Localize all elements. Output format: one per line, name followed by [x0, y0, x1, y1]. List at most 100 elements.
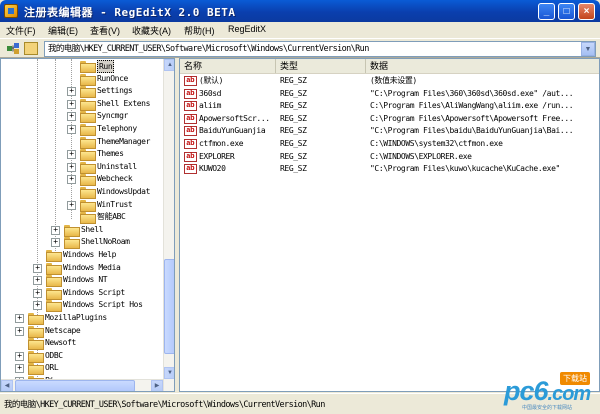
expand-toggle-icon[interactable]: + — [15, 314, 24, 323]
tree-horizontal-scrollbar[interactable]: ◀ ▶ — [1, 379, 163, 391]
address-dropdown-button[interactable]: ▼ — [581, 42, 595, 56]
title-bar: 注册表编辑器 - RegEditX 2.0 BETA _ □ × — [0, 0, 600, 22]
registry-value-row[interactable]: ab (默认) REG_SZ (数值未设置) — [180, 75, 599, 88]
tree-item-label[interactable]: Shell Extens — [97, 98, 150, 109]
tree-item-label[interactable]: 智能ABC — [97, 211, 126, 222]
expand-toggle-icon[interactable]: + — [67, 162, 76, 172]
folder-icon — [80, 161, 96, 174]
folder-icon — [64, 237, 80, 250]
tree-item-label[interactable]: MozillaPlugins — [45, 312, 107, 323]
value-name: EXPLORER — [199, 151, 235, 161]
expand-toggle-icon[interactable]: + — [15, 326, 24, 336]
tree-item-label[interactable]: ODBC — [45, 350, 63, 361]
column-name-header[interactable]: 名称 — [180, 59, 276, 73]
expand-toggle-icon[interactable]: + — [67, 150, 76, 160]
tree-item-label[interactable]: WinTrust — [97, 199, 133, 210]
folder-icon — [46, 300, 62, 313]
folder-icon — [46, 262, 62, 275]
tree-item-label[interactable]: Uninstall — [97, 161, 137, 172]
tree-item-label[interactable]: ThemeManager — [97, 136, 150, 147]
tree-item-label[interactable]: Newsoft — [45, 337, 76, 348]
menu-favorites[interactable]: 收藏夹(A) — [132, 24, 171, 37]
scroll-thumb[interactable] — [15, 380, 135, 391]
status-path: 我的电脑\HKEY_CURRENT_USER\Software\Microsof… — [4, 400, 325, 410]
registry-values-pane[interactable]: 名称 类型 数据 ab (默认) REG_SZ (数值未设置) ab 360sd REG_S… — [179, 58, 600, 392]
folder-icon — [80, 187, 96, 199]
expand-toggle-icon[interactable]: + — [67, 125, 76, 134]
expand-toggle-icon[interactable]: + — [67, 175, 76, 185]
expand-toggle-icon[interactable]: + — [33, 301, 42, 311]
maximize-button[interactable]: □ — [558, 3, 575, 20]
tree-item-label[interactable]: Webcheck — [97, 173, 133, 184]
tree-item-label[interactable]: Shell — [81, 224, 103, 235]
tree-item-label[interactable]: Themes — [97, 148, 124, 159]
tree-item-label[interactable]: Netscape — [45, 325, 81, 336]
string-value-icon: ab — [184, 126, 197, 137]
expand-toggle-icon[interactable]: + — [33, 263, 42, 273]
value-data: C:\Program Files\AliWangWang\aliim.exe /… — [370, 101, 574, 111]
registry-value-row[interactable]: ab aliim REG_SZ C:\Program Files\AliWangWan… — [180, 100, 599, 113]
value-data: "C:\Program Files\kuwo\kucache\KuCache.e… — [370, 164, 560, 174]
folder-icon — [46, 275, 62, 288]
tree-item-label[interactable]: WindowsUpdat — [97, 186, 150, 197]
address-input[interactable]: 我的电脑\HKEY_CURRENT_USER\Software\Microsof… — [44, 41, 596, 57]
column-data-header[interactable]: 数据 — [366, 59, 599, 73]
tree-item-label[interactable]: ShellNoRoam — [81, 236, 130, 247]
tree-item-label[interactable]: Windows Help — [63, 249, 116, 260]
expand-toggle-icon[interactable]: + — [51, 225, 60, 235]
folder-icon — [80, 73, 96, 86]
registry-value-row[interactable]: ab BaiduYunGuanjia REG_SZ "C:\Program Files… — [180, 125, 599, 138]
menu-regeditx[interactable]: RegEditX — [228, 24, 266, 34]
registry-tree-pane[interactable]: Run RunOnce + Settings + Shell Extens + Syncmgr… — [0, 58, 175, 392]
expand-toggle-icon[interactable]: + — [67, 87, 76, 97]
tree-item-label[interactable]: Telephony — [97, 123, 137, 134]
value-name: (默认) — [199, 76, 224, 85]
expand-toggle-icon[interactable]: + — [67, 112, 76, 122]
registry-value-row[interactable]: ab ApowersoftScr... REG_SZ C:\Program Files… — [180, 113, 599, 126]
scroll-right-button[interactable]: ▶ — [151, 380, 163, 391]
tree-item-label[interactable]: ORL — [45, 362, 59, 373]
column-type-header[interactable]: 类型 — [276, 59, 366, 73]
menu-view[interactable]: 查看(V) — [90, 24, 120, 37]
registry-value-row[interactable]: ab EXPLORER REG_SZ C:\WINDOWS\EXPLORER.exe — [180, 151, 599, 164]
address-bar: 我的电脑\HKEY_CURRENT_USER\Software\Microsof… — [0, 38, 600, 58]
minimize-button[interactable]: _ — [538, 3, 555, 20]
registry-navigate-icon[interactable] — [6, 42, 20, 55]
expand-toggle-icon[interactable]: + — [67, 200, 76, 210]
tree-item-label[interactable]: RunOnce — [97, 73, 128, 84]
tree-vertical-scrollbar[interactable]: ▲ ▼ — [163, 59, 174, 391]
expand-toggle-icon[interactable]: + — [15, 351, 24, 361]
tree-item-label[interactable]: Windows Script Hos — [63, 299, 143, 310]
expand-toggle-icon[interactable]: + — [33, 276, 42, 286]
tree-item-label[interactable]: Windows Media — [63, 262, 121, 273]
value-name: BaiduYunGuanjia — [199, 126, 266, 136]
expand-toggle-icon[interactable]: + — [51, 238, 60, 248]
registry-value-row[interactable]: ab 360sd REG_SZ "C:\Program Files\360\360sd… — [180, 88, 599, 101]
registry-value-row[interactable]: ab KUWO20 REG_SZ "C:\Program Files\kuwo\kuc… — [180, 163, 599, 176]
menu-help[interactable]: 帮助(H) — [184, 24, 215, 37]
string-value-icon: ab — [184, 151, 197, 162]
menu-edit[interactable]: 编辑(E) — [48, 24, 78, 37]
scroll-up-button[interactable]: ▲ — [164, 59, 174, 71]
tree-item-label[interactable]: Windows NT — [63, 274, 108, 285]
tree-item-label[interactable]: Windows Script — [63, 287, 125, 298]
value-type: REG_SZ — [280, 151, 307, 161]
expand-toggle-icon[interactable]: + — [15, 364, 24, 374]
scroll-down-button[interactable]: ▼ — [164, 367, 174, 379]
registry-value-row[interactable]: ab ctfmon.exe REG_SZ C:\WINDOWS\system32\ct… — [180, 138, 599, 151]
value-name: 360sd — [199, 88, 222, 98]
string-value-icon: ab — [184, 164, 197, 175]
value-name: ApowersoftScr... — [199, 113, 270, 123]
expand-toggle-icon[interactable]: + — [67, 99, 76, 109]
menu-file[interactable]: 文件(F) — [6, 24, 36, 37]
watermark-badge: 下载站 — [560, 372, 590, 385]
tree-item-label[interactable]: Settings — [97, 85, 133, 96]
scroll-left-button[interactable]: ◀ — [1, 380, 13, 391]
expand-toggle-icon[interactable]: + — [33, 288, 42, 298]
folder-icon — [80, 199, 96, 212]
tree-item-label[interactable]: Syncmgr — [97, 110, 128, 121]
folder-icon[interactable] — [24, 42, 38, 55]
tree-item-label[interactable]: Run — [97, 60, 115, 73]
scroll-thumb[interactable] — [164, 259, 174, 354]
close-button[interactable]: × — [578, 3, 595, 20]
